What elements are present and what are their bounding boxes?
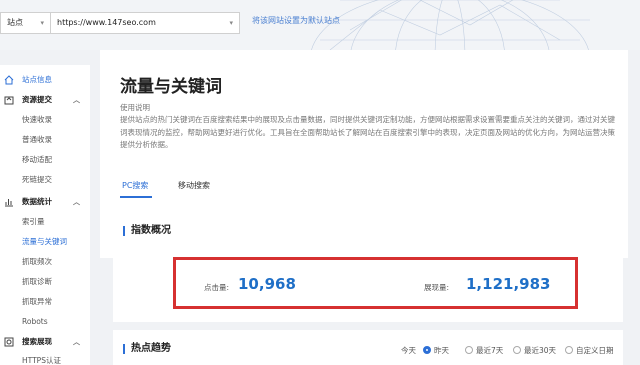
sidebar-item-crawl-diagnosis[interactable]: 抓取诊断 (0, 273, 90, 291)
radio-yesterday[interactable]: 昨天 (423, 345, 449, 356)
sidebar-item-crawl-frequency[interactable]: 抓取频次 (0, 253, 90, 271)
sidebar-item-label: 索引量 (22, 217, 45, 226)
sidebar-item-label: 普通收录 (22, 135, 52, 144)
sidebar: 站点信息 资源提交 ︿ 快速收录 普通收录 移动适配 死链提交 数据统计 ︿ 索… (0, 65, 90, 365)
site-type-select[interactable]: 站点 ▾ (0, 12, 50, 34)
globe-decoration (310, 0, 590, 50)
radio-dot-icon (465, 346, 473, 354)
click-label: 点击量: (204, 283, 230, 292)
home-icon (4, 75, 14, 85)
sidebar-item-traffic-keywords[interactable]: 流量与关键词 (0, 233, 90, 251)
sidebar-item-label: 搜索展现 (22, 337, 52, 346)
radio-custom-label: 自定义日期 (576, 346, 614, 355)
sidebar-group-submit[interactable]: 资源提交 ︿ (0, 91, 90, 109)
sidebar-item-label: 快速收录 (22, 115, 52, 124)
impression-label: 展现量: (424, 283, 450, 292)
sidebar-item-label: 抓取诊断 (22, 277, 52, 286)
tab-mobile-search[interactable]: 移动搜索 (178, 180, 210, 191)
sidebar-item-label: 资源提交 (22, 95, 52, 104)
set-default-site-link[interactable]: 将该网站设置为默认站点 (252, 15, 340, 26)
upload-icon (4, 96, 14, 105)
description-text: 提供站点的热门关键词在百度搜索结果中的展现及点击量数据，同时提供关键词定制功能，… (120, 115, 615, 149)
radio-7-label: 最近7天 (476, 346, 504, 355)
sidebar-item-label: 移动适配 (22, 155, 52, 164)
display-icon (4, 337, 14, 347)
stats-highlight-box: 点击量: 10,968 展现量: 1,121,983 (173, 257, 578, 309)
sidebar-item-label: 流量与关键词 (22, 237, 67, 246)
radio-yesterday-label: 昨天 (434, 346, 449, 355)
radio-last-30-days[interactable]: 最近30天 (513, 345, 556, 356)
chevron-down-icon: ▾ (40, 19, 44, 27)
sidebar-item-crawl-errors[interactable]: 抓取异常 (0, 293, 90, 311)
active-tab-indicator (120, 196, 152, 198)
radio-last-7-days[interactable]: 最近7天 (465, 345, 503, 356)
sidebar-item-label: 死链提交 (22, 175, 52, 184)
sidebar-item-label: 抓取频次 (22, 257, 52, 266)
tab-pc-search[interactable]: PC搜索 (122, 180, 148, 191)
radio-dot-icon (565, 346, 573, 354)
sidebar-group-search-display[interactable]: 搜索展现 ︿ (0, 333, 90, 351)
top-bar: 站点 ▾ https://www.147seo.com ▾ 将该网站设置为默认站… (0, 0, 640, 50)
sidebar-item-https[interactable]: HTTPS认证 (0, 352, 90, 365)
sidebar-item-normal-index[interactable]: 普通收录 (0, 131, 90, 149)
sidebar-group-statistics[interactable]: 数据统计 ︿ (0, 193, 90, 211)
radio-dot-icon (513, 346, 521, 354)
radio-today-label: 今天 (401, 346, 416, 355)
overview-title: 指数概况 (123, 226, 171, 236)
sidebar-item-site-info[interactable]: 站点信息 (0, 71, 90, 89)
page-title: 流量与关键词 (120, 77, 222, 97)
sidebar-item-label: 抓取异常 (22, 297, 52, 306)
sidebar-item-robots[interactable]: Robots (0, 313, 90, 331)
site-type-label: 站点 (7, 18, 23, 27)
sidebar-item-label: HTTPS认证 (22, 356, 61, 365)
sidebar-item-fast-index[interactable]: 快速收录 (0, 111, 90, 129)
overview-panel: 指数概况 点击量: 10,968 展现量: 1,121,983 (113, 212, 623, 322)
trend-title: 热点趋势 (123, 344, 171, 354)
radio-30-label: 最近30天 (524, 346, 557, 355)
trend-panel: 热点趋势 今天 昨天 最近7天 最近30天 自定义日期 (113, 330, 623, 365)
chevron-down-icon: ▾ (229, 19, 233, 27)
sidebar-item-mobile-adapt[interactable]: 移动适配 (0, 151, 90, 169)
radio-today[interactable]: 今天 (401, 345, 416, 356)
site-url-select[interactable]: https://www.147seo.com ▾ (50, 12, 240, 34)
sidebar-item-label: 站点信息 (22, 75, 52, 84)
radio-dot-icon (423, 346, 431, 354)
chart-icon (5, 199, 13, 207)
sidebar-item-label: 数据统计 (22, 197, 52, 206)
chevron-up-icon: ︿ (73, 198, 80, 206)
click-value: 10,968 (238, 275, 296, 293)
chevron-up-icon: ︿ (73, 338, 80, 346)
usage-title: 使用说明 (120, 103, 150, 112)
impression-value: 1,121,983 (466, 275, 551, 293)
chevron-up-icon: ︿ (73, 96, 80, 104)
sidebar-item-dead-link[interactable]: 死链提交 (0, 171, 90, 189)
site-url-value: https://www.147seo.com (57, 18, 156, 27)
sidebar-item-label: Robots (22, 317, 48, 326)
sidebar-item-index-count[interactable]: 索引量 (0, 213, 90, 231)
radio-custom-date[interactable]: 自定义日期 (565, 345, 614, 356)
